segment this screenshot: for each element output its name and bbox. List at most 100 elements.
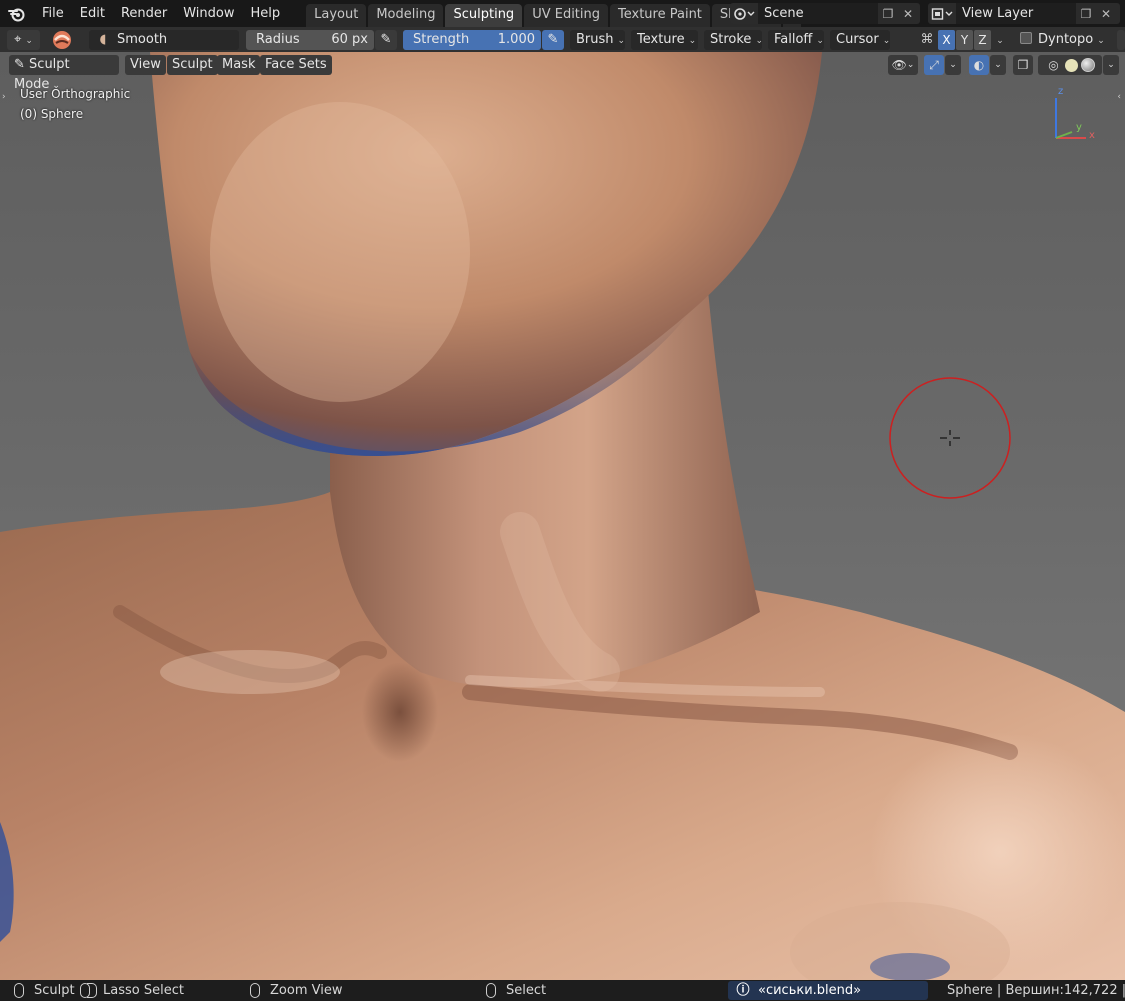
new-view-layer-icon[interactable]: ❐ — [1076, 3, 1096, 24]
dyntopo-checkbox[interactable] — [1020, 32, 1032, 44]
menu-view[interactable]: View — [125, 55, 166, 75]
view-layer-name-field[interactable]: View Layer — [956, 3, 1076, 24]
middle-mouse-icon-2 — [87, 983, 97, 998]
3d-viewport[interactable]: ✎ Sculpt Mode ⌄ View Sculpt Mask Face Set… — [0, 52, 1125, 980]
menu-help[interactable]: Help — [243, 3, 289, 25]
status-left-mouse-action: Sculpt — [34, 983, 75, 998]
sculpt-mesh-render[interactable] — [0, 52, 1125, 980]
gizmo-y-label: y — [1076, 122, 1082, 133]
brush-menu-label: Brush — [576, 32, 614, 47]
tool-header-overflow[interactable] — [1117, 30, 1125, 50]
view-name-text: User Orthographic — [20, 87, 131, 101]
brush-selector[interactable]: ◖ Smooth — [89, 30, 239, 50]
solid-shading-icon[interactable] — [1064, 58, 1078, 72]
brush-menu[interactable]: Brush ⌄ — [570, 30, 625, 50]
editor-type-selector[interactable]: ⌖ ⌄ — [7, 30, 40, 50]
wireframe-shading-icon[interactable]: ◎ — [1046, 58, 1062, 72]
status-right-mouse-action: Select — [506, 983, 547, 998]
gizmo-options-dropdown[interactable]: ⌄ — [945, 55, 961, 75]
view-layer-selector: View Layer ❐ ✕ — [928, 3, 1120, 24]
symmetry-x-toggle[interactable]: X — [938, 30, 955, 50]
mode-selector[interactable]: ✎ Sculpt Mode ⌄ — [9, 55, 119, 92]
sculpt-brush-icon: ✎ — [14, 57, 25, 72]
save-report-message[interactable]: ⓘ«сиськи.blend» сохранено — [728, 981, 928, 1000]
editor-type-icon: ⌖ — [14, 32, 22, 47]
menu-window[interactable]: Window — [175, 3, 242, 25]
tab-uv-editing[interactable]: UV Editing — [524, 4, 609, 27]
scene-name-field[interactable]: Scene — [758, 3, 878, 24]
tool-header: ⌖ ⌄ ◖ Smooth Radius 60 px ✎ Strength 1.000… — [0, 27, 1125, 52]
blender-logo-icon[interactable] — [0, 0, 34, 27]
eye-icon: 👁 — [891, 58, 907, 72]
new-scene-icon[interactable]: ❐ — [878, 3, 898, 24]
tab-sculpting[interactable]: Sculpting — [445, 4, 523, 27]
menu-render[interactable]: Render — [113, 3, 175, 25]
symmetry-y-toggle[interactable]: Y — [956, 30, 973, 50]
radius-pressure-toggle[interactable]: ✎ — [375, 30, 397, 50]
shading-mode-group: ◎ — [1038, 55, 1102, 75]
remove-view-layer-icon[interactable]: ✕ — [1096, 3, 1116, 24]
xray-toggle[interactable]: ❐ — [1013, 55, 1033, 75]
menu-face-sets[interactable]: Face Sets — [260, 55, 332, 75]
strength-slider[interactable]: Strength 1.000 — [403, 30, 541, 50]
tab-layout[interactable]: Layout — [306, 4, 367, 27]
cursor-menu-label: Cursor — [836, 32, 879, 47]
view-layer-icon[interactable] — [928, 3, 956, 24]
brush-preview-icon[interactable] — [49, 30, 77, 50]
visibility-selector[interactable]: 👁 ⌄ — [888, 55, 918, 75]
menu-sculpt[interactable]: Sculpt — [167, 55, 218, 75]
chevron-down-icon: ⌄ — [996, 36, 1004, 46]
stroke-menu[interactable]: Stroke ⌄ — [704, 30, 763, 50]
crosshair-icon — [940, 430, 960, 446]
menu-edit[interactable]: Edit — [72, 3, 113, 25]
texture-menu-label: Texture — [637, 32, 685, 47]
active-object-text: (0) Sphere — [20, 107, 84, 121]
falloff-menu-label: Falloff — [774, 32, 813, 47]
brush-radius-circle — [889, 377, 1011, 499]
chevron-down-icon: ⌄ — [755, 36, 763, 46]
tab-modeling[interactable]: Modeling — [368, 4, 444, 27]
chevron-down-icon: ⌄ — [25, 36, 33, 46]
xray-icon: ❐ — [1017, 58, 1029, 72]
strength-label: Strength — [413, 32, 470, 47]
cursor-menu[interactable]: Cursor ⌄ — [830, 30, 890, 50]
pen-pressure-icon: ✎ — [547, 32, 559, 47]
brush-icon: ◖ — [99, 32, 107, 47]
left-mouse-icon — [14, 983, 24, 998]
toolbar-expand-arrow[interactable]: › — [2, 92, 6, 102]
dyntopo-toggle[interactable]: Dyntopo ⌄ — [1016, 30, 1111, 50]
remove-scene-icon[interactable]: ✕ — [898, 3, 918, 24]
shading-options-dropdown[interactable]: ⌄ — [1103, 55, 1119, 75]
gizmo-toggle[interactable]: ⤢ — [924, 55, 944, 75]
texture-menu[interactable]: Texture ⌄ — [631, 30, 698, 50]
overlays-toggle[interactable]: ◐ — [969, 55, 989, 75]
radius-slider[interactable]: Radius 60 px — [246, 30, 374, 50]
orientation-gizmo[interactable]: z y x — [1042, 86, 1100, 144]
chevron-down-icon: ⌄ — [688, 36, 697, 46]
strength-pressure-toggle[interactable]: ✎ — [542, 30, 564, 50]
sidebar-expand-arrow[interactable]: ‹ — [1117, 92, 1121, 102]
chevron-down-icon: ⌄ — [1097, 36, 1105, 46]
radius-value: 60 px — [331, 32, 368, 47]
material-preview-icon[interactable] — [1080, 58, 1095, 72]
gizmo-z-label: z — [1058, 86, 1064, 97]
right-mouse-icon — [486, 983, 496, 998]
symmetry-options-dropdown[interactable]: ⌄ — [992, 30, 1008, 50]
dyntopo-label: Dyntopo — [1038, 32, 1094, 47]
top-bar: File Edit Render Window Help Layout Mode… — [0, 0, 1125, 27]
symmetry-z-toggle[interactable]: Z — [974, 30, 991, 50]
strength-value: 1.000 — [497, 32, 535, 47]
menu-mask[interactable]: Mask — [217, 55, 261, 75]
status-zoom-action: Zoom View — [270, 983, 343, 998]
scene-icon[interactable] — [730, 3, 758, 24]
info-icon: ⓘ — [736, 983, 750, 998]
overlays-options-dropdown[interactable]: ⌄ — [990, 55, 1006, 75]
chevron-down-icon: ⌄ — [949, 60, 957, 70]
tab-texture-paint[interactable]: Texture Paint — [610, 4, 710, 27]
symmetry-icon[interactable]: ⌘ — [918, 30, 936, 50]
falloff-menu[interactable]: Falloff ⌄ — [768, 30, 824, 50]
scene-selector: Scene ❐ ✕ — [730, 3, 920, 24]
menu-file[interactable]: File — [34, 3, 72, 25]
stroke-menu-label: Stroke — [710, 32, 752, 47]
workspace-tabs: Layout Modeling Sculpting UV Editing Tex… — [306, 0, 803, 27]
